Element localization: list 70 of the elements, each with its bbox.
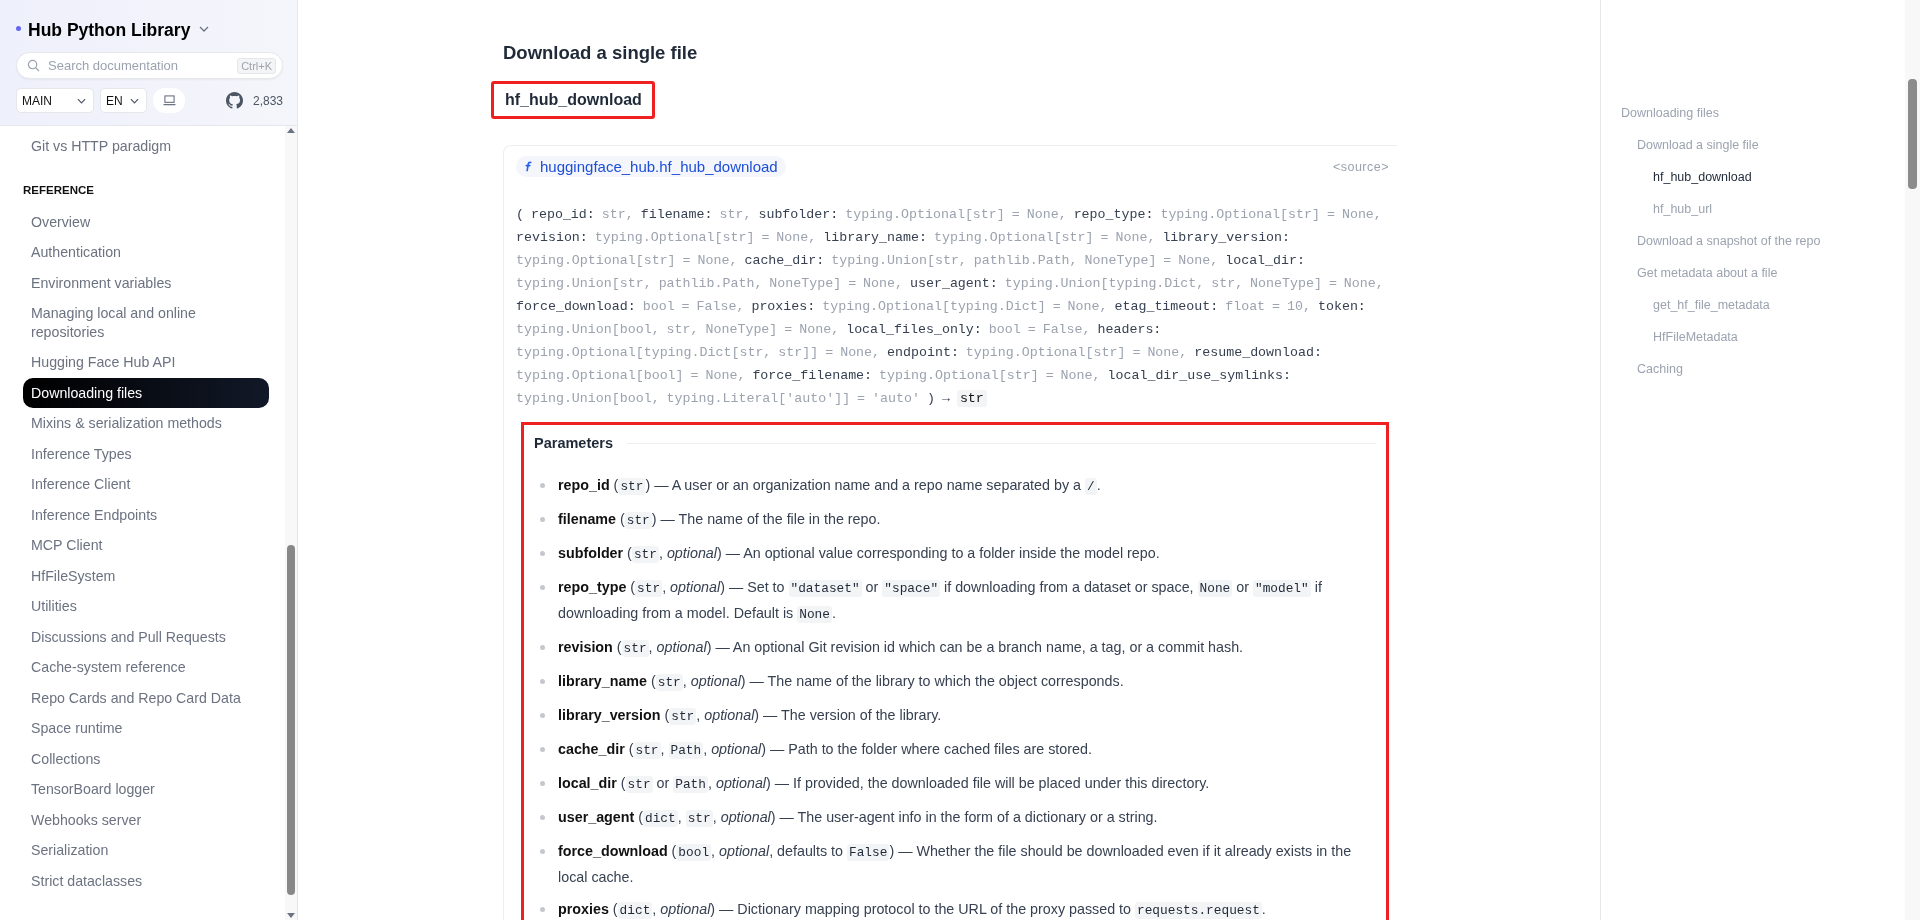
- nav-item[interactable]: Overview: [23, 206, 269, 237]
- chevron-down-icon: [130, 97, 139, 104]
- parameter-description: library_name (str, optional) — The name of the library to which the object corresponds.: [540, 669, 1376, 695]
- parameter-description: force_download (bool, optional, defaults to False) — Whether the file should be downloaded even if it already exists in the local cache.: [540, 839, 1376, 889]
- scrollbar[interactable]: [1905, 0, 1920, 920]
- function-link[interactable]: huggingface_hub.hf_hub_download: [516, 156, 786, 177]
- parameter-description: user_agent (dict, str, optional) — The user-agent info in the form of a dictionary or a string.: [540, 805, 1376, 831]
- parameter-description: library_version (str, optional) — The version of the library.: [540, 703, 1376, 729]
- nav-item[interactable]: Git vs HTTP paradigm: [23, 131, 269, 162]
- parameter-description: repo_id (str) — A user or an organization name and a repo name separated by a /.: [540, 473, 1376, 499]
- toc-item[interactable]: Get metadata about a file: [1621, 257, 1778, 289]
- shortcut-badge: Ctrl+K: [237, 57, 276, 74]
- nav-item[interactable]: Repo Cards and Repo Card Data: [23, 682, 269, 713]
- section-heading: REFERENCE: [23, 182, 95, 198]
- nav-item[interactable]: Environment variables: [23, 267, 269, 298]
- toc-item[interactable]: hf_hub_download: [1621, 161, 1752, 193]
- laptop-icon: [162, 95, 176, 106]
- nav-item[interactable]: Serialization: [23, 835, 269, 866]
- toc-item[interactable]: HfFileMetadata: [1621, 321, 1738, 353]
- language-select[interactable]: EN: [100, 88, 147, 113]
- parameter-description: revision (str, optional) — An optional Git revision id which can be a branch name, a tag, or a commit hash.: [540, 635, 1376, 661]
- nav-item[interactable]: Cache-system reference: [23, 652, 269, 683]
- library-title[interactable]: Hub Python Library: [28, 20, 191, 41]
- search-icon: [27, 59, 40, 72]
- nav-item[interactable]: Utilities: [23, 591, 269, 622]
- parameter-description: cache_dir (str, Path, optional) — Path to the folder where cached files are stored.: [540, 737, 1376, 763]
- nav-item[interactable]: Managing local and online repositories: [23, 298, 269, 347]
- search-input[interactable]: Search documentation: [46, 57, 232, 74]
- chevron-down-icon: [77, 97, 86, 104]
- scroll-up-icon[interactable]: [287, 128, 295, 133]
- function-icon: [524, 161, 533, 172]
- nav-item[interactable]: Mixins & serialization methods: [23, 408, 269, 439]
- scrollbar[interactable]: [285, 126, 297, 920]
- toc-item[interactable]: hf_hub_url: [1621, 193, 1713, 225]
- toc-item[interactable]: Download a snapshot of the repo: [1621, 225, 1821, 257]
- nav-item[interactable]: TensorBoard logger: [23, 774, 269, 805]
- toc-item[interactable]: Caching: [1621, 353, 1683, 385]
- nav-item[interactable]: Collections: [23, 743, 269, 774]
- function-signature: ( repo_id: str, filename: str, subfolder: typing.Optional[str] = None, repo_type: typing.Optional[str] = None, revision: typing.Optional[str] = None, library_name: typing.Optional[str] = None, library_version: typing.Optional[str] = None, cache_dir: typing.Union[str, pathlib.Path, NoneType] = None, local_dir: typing.Union[str, pathlib.Path, NoneType] = None, user_agent: typing.Union[typing.Dict, str, NoneType] = None, force_download: bool = False, proxies: typing.Optional[typing.Dict] = None, etag_timeout: float = 10, token: typing.Union[bool, str, NoneType] = None, local_files_only: bool = False, headers: typing.Optional[typing.Dict[str, str]] = None, endpoint: typing.Optional[str] = None, resume_download: typing.Optional[bool] = None, force_filename: typing.Optional[str] = None, local_dir_use_symlinks: typing.Union[bool, typing.Literal['auto']] = 'auto' ) → str: [516, 206, 1385, 409]
- toc-item[interactable]: get_hf_file_metadata: [1621, 289, 1770, 321]
- nav-item[interactable]: Space runtime: [23, 713, 269, 744]
- star-count: 2,833: [252, 93, 283, 108]
- toc-item[interactable]: Downloading files: [1621, 97, 1719, 129]
- nav-item[interactable]: Strict dataclasses: [23, 865, 269, 896]
- parameters-title: Parameters: [534, 435, 613, 451]
- nav-item[interactable]: MCP Client: [23, 530, 269, 561]
- function-heading: hf_hub_download: [491, 81, 655, 119]
- chevron-down-icon[interactable]: [199, 25, 210, 32]
- nav-item[interactable]: Downloading files: [23, 377, 269, 408]
- dot-icon: [16, 26, 21, 31]
- nav-item[interactable]: Webhooks server: [23, 804, 269, 835]
- parameter-description: proxies (dict, optional) — Dictionary mapping protocol to the URL of the proxy passed to requests.request.: [540, 897, 1376, 920]
- source-link[interactable]: <source>: [1332, 159, 1389, 174]
- nav-item[interactable]: Inference Endpoints: [23, 499, 269, 530]
- parameter-description: local_dir (str or Path, optional) — If provided, the downloaded file will be placed under this directory.: [540, 771, 1376, 797]
- nav-item[interactable]: Inference Client: [23, 469, 269, 500]
- parameter-description: repo_type (str, optional) — Set to "dataset" or "space" if downloading from a dataset or space, None or "model" if downloading from a model. Default is None.: [540, 575, 1376, 627]
- parameter-description: filename (str) — The name of the file in the repo.: [540, 507, 1376, 533]
- toc-item[interactable]: Download a single file: [1621, 129, 1759, 161]
- nav-item[interactable]: Hugging Face Hub API: [23, 347, 269, 378]
- nav-item[interactable]: Authentication: [23, 237, 269, 268]
- version-select[interactable]: MAIN: [16, 88, 94, 113]
- nav-item[interactable]: Inference Types: [23, 438, 269, 469]
- section-title: Download a single file: [503, 42, 699, 64]
- github-icon[interactable]: [225, 92, 243, 109]
- theme-button[interactable]: [153, 88, 185, 113]
- parameter-description: subfolder (str, optional) — An optional value corresponding to a folder inside the model repo.: [540, 541, 1376, 567]
- nav-item[interactable]: Discussions and Pull Requests: [23, 621, 269, 652]
- nav-item[interactable]: HfFileSystem: [23, 560, 269, 591]
- scroll-down-icon[interactable]: [287, 913, 295, 918]
